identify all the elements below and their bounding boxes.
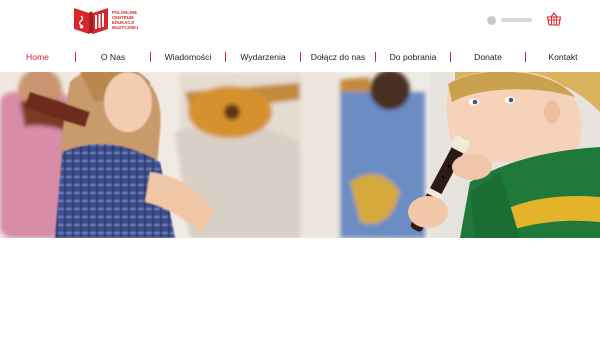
logo-text: POLONIJNE CENTRUM EDUKACJI MUZYCZNEJ bbox=[112, 10, 139, 31]
site-logo[interactable]: POLONIJNE CENTRUM EDUKACJI MUZYCZNEJ bbox=[73, 4, 138, 36]
nav-item-donate[interactable]: Donate bbox=[451, 46, 525, 68]
login-widget[interactable] bbox=[487, 14, 535, 26]
nav-item-dolacz-do-nas[interactable]: Dołącz do nas bbox=[301, 46, 375, 68]
nav-item-home[interactable]: Home bbox=[0, 46, 75, 68]
nav-item-do-pobrania[interactable]: Do pobrania bbox=[376, 46, 450, 68]
hero-photo bbox=[0, 72, 600, 238]
nav-item-kontakt[interactable]: Kontakt bbox=[526, 46, 600, 68]
music-book-logo-icon bbox=[74, 8, 108, 34]
shopping-basket-icon[interactable] bbox=[546, 11, 562, 27]
main-nav: Home O Nas Wiadomości Wydarzenia Dołącz … bbox=[0, 46, 600, 68]
user-avatar-icon bbox=[487, 15, 496, 25]
login-label-placeholder bbox=[501, 18, 532, 22]
nav-item-wiadomosci[interactable]: Wiadomości bbox=[151, 46, 225, 68]
logo-text-line: MUZYCZNEJ bbox=[112, 25, 139, 31]
hero-banner bbox=[0, 72, 600, 238]
site-header: POLONIJNE CENTRUM EDUKACJI MUZYCZNEJ bbox=[0, 0, 600, 44]
nav-item-wydarzenia[interactable]: Wydarzenia bbox=[226, 46, 300, 68]
nav-item-o-nas[interactable]: O Nas bbox=[76, 46, 150, 68]
